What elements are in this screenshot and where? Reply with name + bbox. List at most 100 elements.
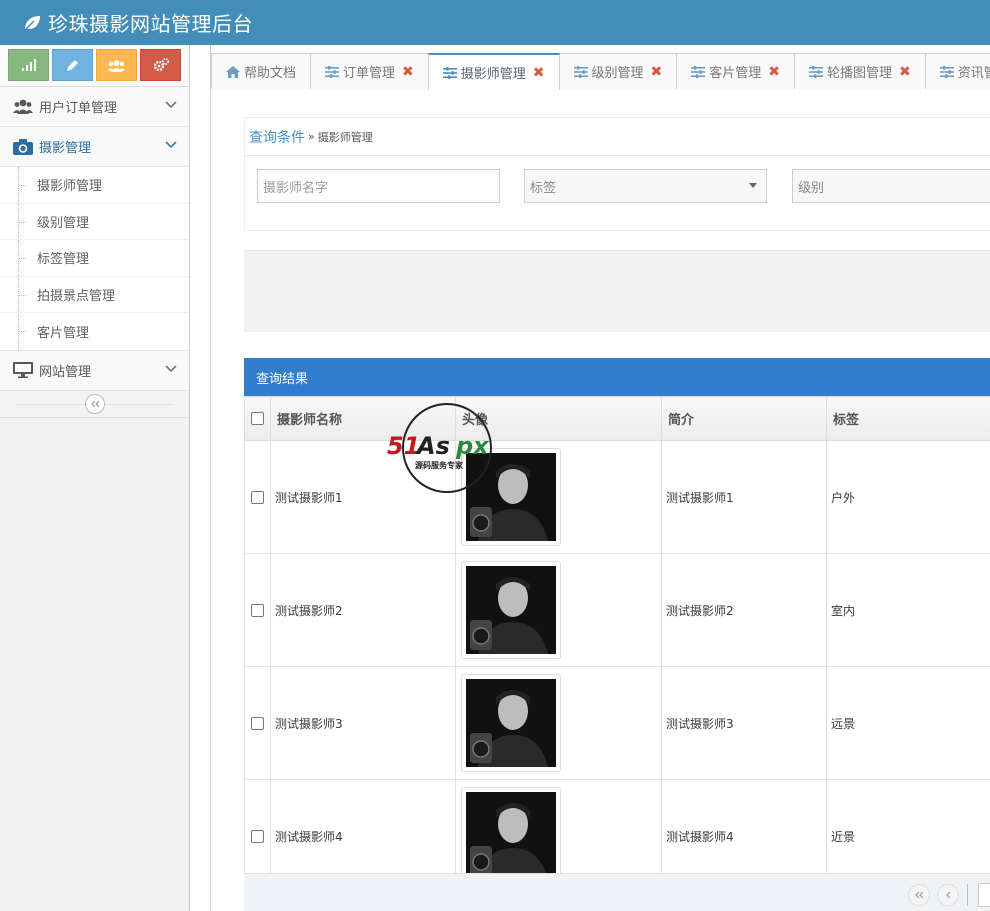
intro-cell: 测试摄影师3 xyxy=(661,666,827,780)
photographer-name-cell: 测试摄影师3 xyxy=(270,666,456,780)
row-checkbox[interactable] xyxy=(251,604,264,617)
tag-cell: 户外 xyxy=(826,440,990,554)
toolbar-panel xyxy=(244,250,990,332)
select-all-checkbox[interactable] xyxy=(251,412,264,425)
prev-page-button[interactable] xyxy=(937,884,959,906)
sidebar-menu-label: 摄影管理 xyxy=(39,141,92,156)
tab-label: 轮播图管理 xyxy=(827,66,893,81)
sidebar-menu-website[interactable]: 网站管理 xyxy=(0,350,189,391)
chevron-down-icon xyxy=(165,101,177,109)
tab-label: 摄影师管理 xyxy=(460,67,526,82)
sidebar-submenu-photography: 摄影师管理 级别管理 标签管理 拍摄景点管理 客片管理 xyxy=(0,167,189,351)
sidebar-shortcuts xyxy=(0,45,189,87)
row-checkbox[interactable] xyxy=(251,830,264,843)
column-header[interactable]: 摄影师名称 xyxy=(270,396,456,441)
tab-client-photos[interactable]: 客片管理 ✖ xyxy=(676,53,796,89)
sliders-icon xyxy=(573,65,588,78)
sidebar-item-photographers[interactable]: 摄影师管理 xyxy=(0,167,189,204)
edit-shortcut-button[interactable] xyxy=(52,49,93,81)
settings-shortcut-button[interactable] xyxy=(140,49,181,81)
app-title[interactable]: 珍珠摄影网站管理后台 xyxy=(48,8,253,37)
results-title: 查询结果 xyxy=(256,371,309,387)
tag-cell: 远景 xyxy=(826,666,990,780)
avatar[interactable] xyxy=(461,448,561,546)
tab-help-docs[interactable]: 帮助文档 xyxy=(211,53,312,89)
users-icon xyxy=(12,98,34,116)
page-number-input[interactable] xyxy=(978,883,990,907)
tab-bar: 帮助文档 订单管理 ✖ 摄影师管理 ✖ 级别管理 ✖ 客片管理 ✖ 轮播图管理 … xyxy=(211,53,990,90)
sliders-icon xyxy=(691,65,706,78)
close-icon[interactable]: ✖ xyxy=(899,64,911,80)
avatar-cell xyxy=(455,553,662,667)
sidebar-menu-label: 用户订单管理 xyxy=(39,101,118,116)
query-panel: 查询条件 » 摄影师管理 摄影师名字 标签 级别 xyxy=(244,117,990,231)
table-row[interactable]: 测试摄影师3 测试摄影师3 远景 xyxy=(244,666,990,780)
close-icon[interactable]: ✖ xyxy=(768,64,780,80)
sidebar-collapse-button[interactable] xyxy=(84,393,105,414)
signal-icon xyxy=(21,59,36,71)
home-icon xyxy=(226,65,240,78)
sidebar-item-levels[interactable]: 级别管理 xyxy=(0,203,189,240)
row-checkbox[interactable] xyxy=(251,491,264,504)
tab-label: 订单管理 xyxy=(343,66,396,81)
tag-select[interactable]: 标签 xyxy=(524,169,767,203)
row-checkbox[interactable] xyxy=(251,717,264,730)
pager-divider xyxy=(967,884,968,906)
stats-shortcut-button[interactable] xyxy=(8,49,49,81)
double-chevron-left-icon xyxy=(915,891,924,899)
tab-levels[interactable]: 级别管理 ✖ xyxy=(558,53,678,89)
intro-cell: 测试摄影师2 xyxy=(661,553,827,667)
users-shortcut-button[interactable] xyxy=(96,49,137,81)
tab-photographers[interactable]: 摄影师管理 ✖ xyxy=(427,53,560,90)
desktop-icon xyxy=(12,361,34,379)
sidebar-item-spots[interactable]: 拍摄景点管理 xyxy=(0,276,189,313)
sidebar-item-client-photos[interactable]: 客片管理 xyxy=(0,313,189,350)
row-checkbox-cell xyxy=(244,553,271,667)
top-navbar: 珍珠摄影网站管理后台 xyxy=(0,0,990,45)
row-checkbox-cell xyxy=(244,440,271,554)
tab-label: 客片管理 xyxy=(709,66,762,81)
tab-carousel[interactable]: 轮播图管理 ✖ xyxy=(794,53,926,89)
sidebar-menu-label: 网站管理 xyxy=(39,364,92,380)
level-select[interactable]: 级别 xyxy=(792,169,990,203)
column-header[interactable]: 标签 xyxy=(826,396,990,441)
double-chevron-left-icon xyxy=(90,400,99,407)
tab-orders[interactable]: 订单管理 ✖ xyxy=(310,53,429,89)
sliders-icon xyxy=(325,65,340,78)
tag-cell: 室内 xyxy=(826,553,990,667)
photographer-name-input[interactable]: 摄影师名字 xyxy=(257,169,500,203)
results-header: 查询结果 xyxy=(244,358,990,396)
close-icon[interactable]: ✖ xyxy=(533,65,545,81)
avatar-cell xyxy=(455,440,662,554)
sidebar-item-tags[interactable]: 标签管理 xyxy=(0,240,189,277)
table-row[interactable]: 测试摄影师1 测试摄影师1 户外 xyxy=(244,440,990,554)
select-all-cell xyxy=(244,396,271,441)
close-icon[interactable]: ✖ xyxy=(402,64,414,80)
chevron-left-icon xyxy=(946,891,951,899)
avatar[interactable] xyxy=(461,787,561,885)
chevron-down-icon xyxy=(165,141,177,149)
main-content: 帮助文档 订单管理 ✖ 摄影师管理 ✖ 级别管理 ✖ 客片管理 ✖ 轮播图管理 … xyxy=(210,45,990,911)
sidebar: 用户订单管理 摄影管理 摄影师管理 级别管理 标签管理 拍摄景点管理 客片管理 … xyxy=(0,45,190,911)
tab-news[interactable]: 资讯管理 xyxy=(924,53,990,89)
table-row[interactable]: 测试摄影师2 测试摄影师2 室内 xyxy=(244,553,990,667)
column-header[interactable]: 头像 xyxy=(455,396,662,441)
sidebar-menu-photography[interactable]: 摄影管理 xyxy=(0,127,189,167)
query-title: 查询条件 xyxy=(249,129,305,146)
tab-label: 帮助文档 xyxy=(244,66,297,81)
query-subtitle: 摄影师管理 xyxy=(317,130,373,144)
sidebar-menu-user-orders[interactable]: 用户订单管理 xyxy=(0,87,189,127)
sidebar-nav: 用户订单管理 摄影管理 摄影师管理 级别管理 标签管理 拍摄景点管理 客片管理 … xyxy=(0,87,189,391)
column-header[interactable]: 简介 xyxy=(661,396,827,441)
caret-down-icon xyxy=(749,183,757,188)
query-header: 查询条件 » 摄影师管理 xyxy=(245,118,990,156)
pencil-icon xyxy=(67,59,78,71)
first-page-button[interactable] xyxy=(908,884,930,906)
close-icon[interactable]: ✖ xyxy=(651,64,663,80)
avatar[interactable] xyxy=(461,674,561,772)
sidebar-collapse-bar xyxy=(0,390,189,418)
photographer-name-cell: 测试摄影师1 xyxy=(270,440,456,554)
avatar[interactable] xyxy=(461,561,561,659)
breadcrumb-separator: » xyxy=(308,130,315,143)
avatar-cell xyxy=(455,666,662,780)
